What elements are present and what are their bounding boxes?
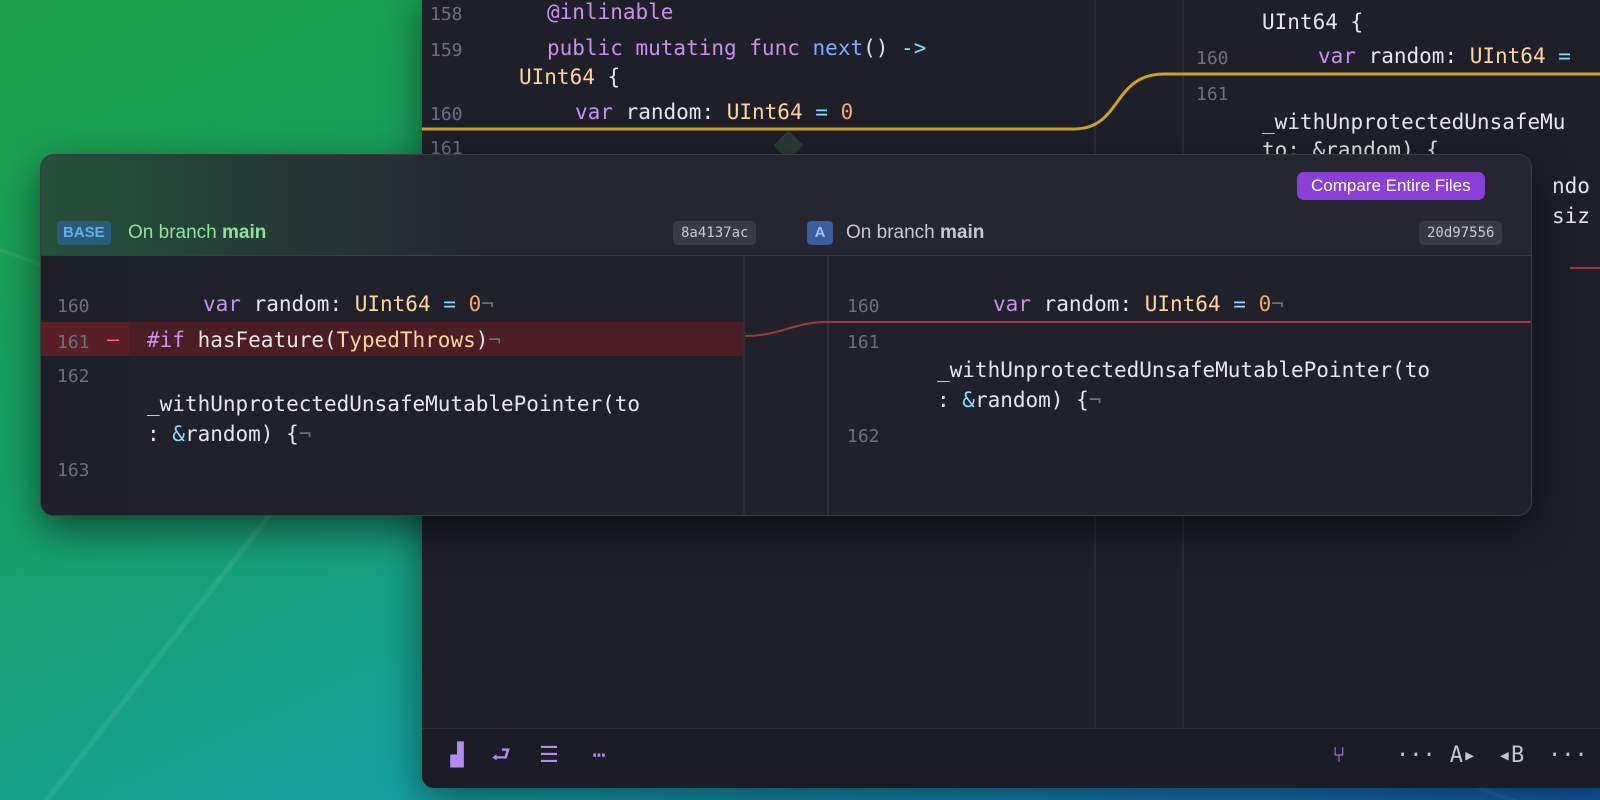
line-number: 161 — [847, 332, 880, 353]
a-badge: A — [807, 221, 833, 245]
code-line: : &random) {¬ — [937, 388, 1102, 412]
code-line: _withUnprotectedUnsafeMutablePointer(to — [147, 392, 641, 416]
a-commit-hash[interactable]: 20d97556 — [1419, 221, 1503, 245]
base-branch-label: On branch main — [128, 222, 267, 243]
diff-options-icon[interactable]: ⋯ — [584, 741, 614, 771]
wrap-lines-icon[interactable]: ⮐ — [486, 741, 516, 771]
popover-diff-body: – 160 var random: UInt64 = 0¬ 161 #if ha… — [41, 256, 1531, 515]
code-line: #if hasFeature(TypedThrows)¬ — [147, 328, 502, 352]
code-line: var random: UInt64 = 0¬ — [203, 292, 494, 316]
more-options-icon[interactable]: ··· — [1548, 741, 1588, 771]
line-number: 162 — [57, 366, 90, 387]
brush-icon[interactable]: ▟ — [442, 741, 472, 771]
more-options-icon[interactable]: ··· — [1396, 741, 1436, 771]
code-line: _withUnprotectedUnsafeMutablePointer(to — [937, 358, 1431, 382]
compare-entire-files-button[interactable]: Compare Entire Files — [1297, 172, 1485, 200]
line-number: 161 — [57, 332, 90, 353]
bottom-toolbar: ▟ ⮐ ☰ ⋯ ⑂ ··· A▸ ◂B ··· — [422, 728, 1600, 788]
base-badge: BASE — [57, 221, 111, 245]
line-number: 160 — [847, 296, 880, 317]
code-line: var random: UInt64 = 0¬ — [993, 292, 1284, 316]
line-number: 163 — [57, 460, 90, 481]
line-number: 160 — [57, 296, 90, 317]
code-line: : &random) {¬ — [147, 422, 312, 446]
choose-a-button[interactable]: A▸ — [1442, 741, 1484, 771]
a-branch-label: On branch main — [846, 222, 985, 243]
base-commit-hash[interactable]: 8a4137ac — [673, 221, 757, 245]
compare-popover: Compare Entire Files BASE On branch main… — [40, 154, 1532, 516]
choose-b-button[interactable]: ◂B — [1490, 741, 1532, 771]
popover-header: Compare Entire Files BASE On branch main… — [41, 155, 1531, 256]
line-numbers-icon[interactable]: ☰ — [534, 741, 564, 771]
line-number: 162 — [847, 426, 880, 447]
branch-icon[interactable]: ⑂ — [1324, 741, 1354, 771]
